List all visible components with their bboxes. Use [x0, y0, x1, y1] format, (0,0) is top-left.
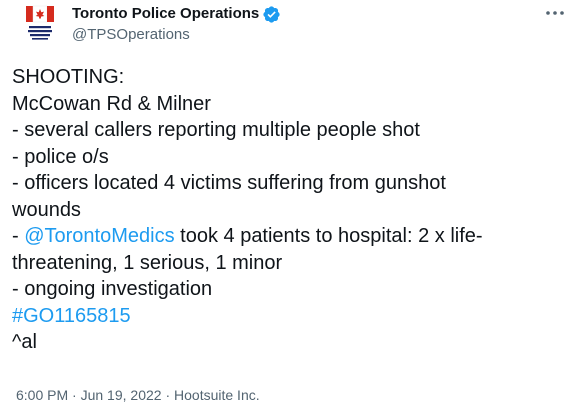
- tweet-line: SHOOTING:: [12, 66, 125, 88]
- tps-operations-centre-logo-icon: [26, 5, 54, 40]
- name-row: Toronto Police Operations: [72, 4, 281, 24]
- tweet-text-fragment: -: [12, 225, 25, 247]
- verified-badge-icon: [262, 5, 281, 24]
- tweet-line: - police o/s: [12, 145, 109, 168]
- tweet-time[interactable]: 6:00 PM: [16, 387, 68, 403]
- tweet-line: - officers located 4 victims suffering f…: [12, 172, 446, 194]
- tweet-signature: ^al: [12, 331, 37, 353]
- display-name[interactable]: Toronto Police Operations: [72, 4, 259, 24]
- meta-separator: ·: [161, 387, 175, 403]
- avatar[interactable]: [16, 0, 64, 48]
- tweet-text-fragment: took 4 patients to hospital: 2 x life-: [174, 225, 483, 247]
- more-options-icon[interactable]: [544, 3, 566, 23]
- tweet-line: wounds: [12, 198, 81, 221]
- tweet-line: - several callers reporting multiple peo…: [12, 119, 420, 141]
- hashtag-link[interactable]: #GO1165815: [12, 303, 572, 330]
- tweet-date[interactable]: Jun 19, 2022: [81, 387, 162, 403]
- tweet-line: - ongoing investigation: [12, 278, 213, 300]
- tweet-metadata: 6:00 PM · Jun 19, 2022 · Hootsuite Inc.: [16, 386, 260, 404]
- tweet-card: Toronto Police Operations @TPSOperations…: [0, 0, 586, 419]
- tweet-header: Toronto Police Operations @TPSOperations: [16, 0, 570, 56]
- author-names: Toronto Police Operations @TPSOperations: [72, 4, 281, 45]
- meta-separator: ·: [68, 387, 81, 403]
- author-handle[interactable]: @TPSOperations: [72, 25, 281, 45]
- tweet-line: threatening, 1 serious, 1 minor: [12, 251, 283, 274]
- mention-link[interactable]: @TorontoMedics: [24, 225, 174, 247]
- tweet-line: McCowan Rd & Milner: [12, 92, 211, 115]
- tweet-source[interactable]: Hootsuite Inc.: [174, 387, 260, 403]
- tweet-text: SHOOTING: McCowan Rd & Milner - several …: [12, 64, 572, 356]
- tweet-line: - @TorontoMedics took 4 patients to hosp…: [12, 223, 572, 250]
